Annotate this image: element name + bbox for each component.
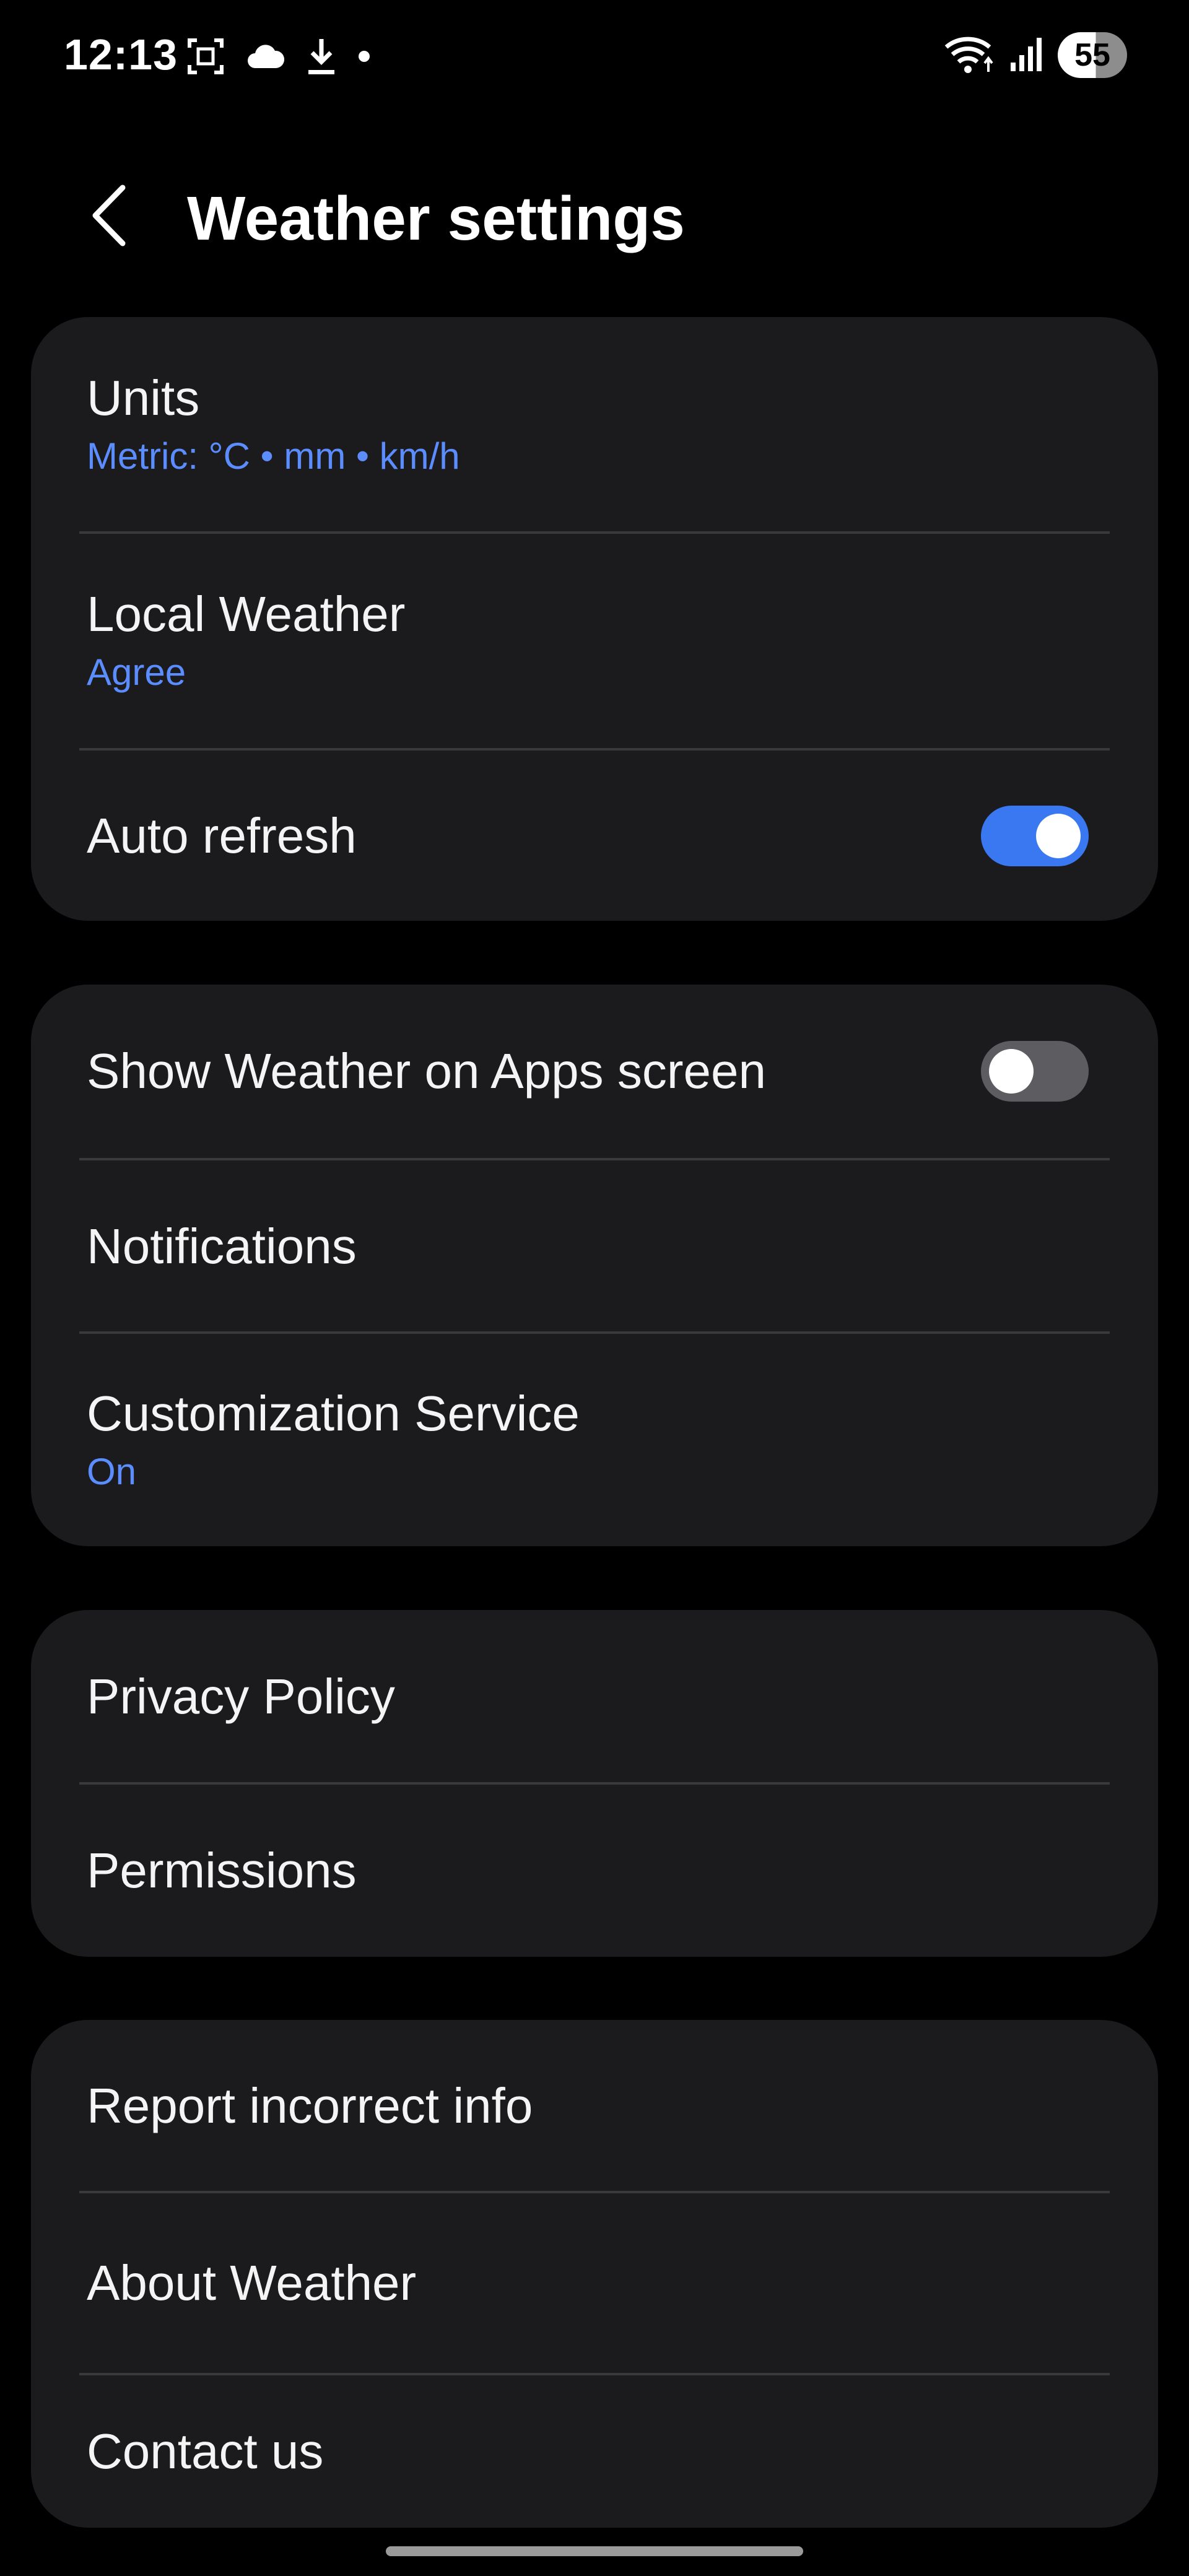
download-icon	[306, 37, 337, 76]
notifications-row[interactable]: Notifications	[31, 1160, 1158, 1333]
permissions-row[interactable]: Permissions	[31, 1785, 1158, 1957]
notifications-title: Notifications	[87, 1219, 357, 1274]
dot-icon	[358, 50, 370, 63]
show-weather-apps-title: Show Weather on Apps screen	[87, 1043, 766, 1099]
local-weather-value: Agree	[87, 651, 186, 693]
wifi-icon	[944, 33, 996, 77]
permissions-title: Permissions	[87, 1843, 357, 1898]
about-weather-title: About Weather	[87, 2255, 417, 2310]
settings-card-support: Report incorrect info About Weather Cont…	[31, 2020, 1158, 2528]
status-bar: 12:13 55	[0, 0, 1189, 111]
customization-row[interactable]: Customization Service On	[31, 1334, 1158, 1546]
report-incorrect-info-row[interactable]: Report incorrect info	[31, 2020, 1158, 2192]
chevron-left-icon	[87, 181, 130, 253]
privacy-policy-row[interactable]: Privacy Policy	[31, 1610, 1158, 1783]
customization-title: Customization Service	[87, 1385, 580, 1441]
report-incorrect-info-title: Report incorrect info	[87, 2078, 533, 2133]
auto-refresh-row[interactable]: Auto refresh	[31, 751, 1158, 921]
signal-icon	[1009, 35, 1044, 76]
settings-card-display: Show Weather on Apps screen Notification…	[31, 985, 1158, 1546]
customization-value: On	[87, 1450, 137, 1492]
privacy-policy-title: Privacy Policy	[87, 1669, 395, 1724]
units-value: Metric: °C • mm • km/h	[87, 435, 460, 477]
contact-us-title: Contact us	[87, 2424, 324, 2479]
back-button[interactable]	[81, 180, 136, 254]
toggle-knob	[1036, 813, 1081, 858]
show-weather-apps-row[interactable]: Show Weather on Apps screen	[31, 985, 1158, 1158]
status-time: 12:13	[64, 30, 178, 79]
about-weather-row[interactable]: About Weather	[31, 2193, 1158, 2373]
gesture-nav-handle[interactable]	[386, 2546, 803, 2556]
units-title: Units	[87, 370, 200, 425]
auto-refresh-title: Auto refresh	[87, 807, 357, 863]
local-weather-title: Local Weather	[87, 586, 406, 642]
page-title: Weather settings	[187, 184, 685, 253]
local-weather-row[interactable]: Local Weather Agree	[31, 534, 1158, 748]
toggle-knob	[989, 1049, 1034, 1094]
units-row[interactable]: Units Metric: °C • mm • km/h	[31, 317, 1158, 533]
status-right-icons: 55	[944, 30, 1127, 80]
auto-refresh-toggle[interactable]	[981, 805, 1089, 866]
cloud-icon	[246, 42, 285, 71]
contact-us-row[interactable]: Contact us	[31, 2375, 1158, 2528]
screenshot-icon	[186, 37, 225, 76]
settings-card-legal: Privacy Policy Permissions	[31, 1610, 1158, 1957]
show-weather-apps-toggle[interactable]	[981, 1041, 1089, 1102]
battery-indicator: 55	[1058, 32, 1127, 78]
settings-card-general: Units Metric: °C • mm • km/h Local Weath…	[31, 317, 1158, 921]
status-left-icons	[186, 35, 370, 78]
